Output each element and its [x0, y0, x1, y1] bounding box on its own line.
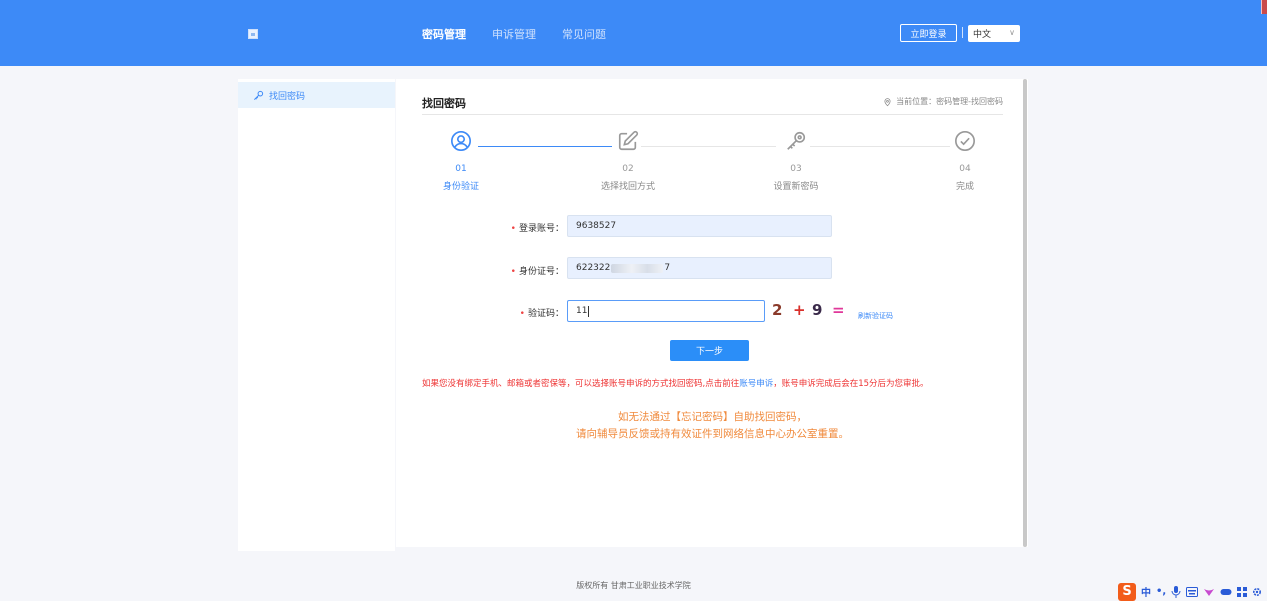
required-mark: • — [510, 267, 516, 277]
logo-image-icon[interactable] — [248, 29, 258, 39]
id-number-suffix: 7 — [664, 263, 671, 273]
scrollbar[interactable] — [1023, 79, 1027, 547]
ime-punctuation-icon[interactable]: •, — [1156, 586, 1166, 597]
reset-help-line-1: 如无法通过【忘记密码】自助找回密码， — [618, 411, 807, 423]
next-step-button[interactable]: 下一步 — [670, 340, 749, 361]
sidebar-item-find-password[interactable]: 找回密码 — [238, 82, 395, 108]
captcha-input[interactable]: 11 — [567, 300, 765, 322]
redacted-blur — [611, 263, 664, 273]
step-label: 身份验证 — [442, 182, 479, 192]
notice-text-before: 如果您没有绑定手机、邮箱或者密保等，可以选择账号申诉的方式找回密码,点击前往 — [422, 379, 740, 389]
keyboard-icon[interactable] — [1186, 586, 1199, 597]
footer-copyright: 版权所有 甘肃工业职业技术学院 — [576, 581, 691, 590]
step-number: 03 — [790, 164, 802, 174]
reset-help-note: 如无法通过【忘记密码】自助找回密码， 请向辅导员反馈或持有效证件到网络信息中心办… — [422, 409, 1003, 443]
step-identity-verification: 01 身份验证 — [416, 130, 506, 192]
edit-icon — [618, 130, 639, 151]
location-pin-icon — [884, 97, 891, 106]
step-label: 完成 — [955, 182, 974, 192]
account-value: 9638527 — [576, 221, 617, 231]
ime-mode-indicator[interactable]: 中 — [1141, 584, 1151, 599]
nav-password-management[interactable]: 密码管理 — [422, 26, 466, 42]
step-complete: 04 完成 — [920, 130, 1010, 192]
step-label: 选择找回方式 — [600, 182, 655, 192]
login-button[interactable]: 立即登录 — [900, 24, 957, 42]
check-circle-icon — [955, 131, 975, 151]
nav-appeal-management[interactable]: 申诉管理 — [492, 26, 536, 42]
captcha-label: • 验证码： — [496, 306, 564, 319]
step-number: 01 — [455, 164, 467, 174]
microphone-icon[interactable] — [1171, 585, 1181, 598]
account-label: • 登录账号： — [496, 221, 564, 234]
game-icon[interactable] — [1220, 587, 1232, 597]
language-select[interactable]: 中文 ∨ — [968, 25, 1020, 42]
nav-faq[interactable]: 常见问题 — [562, 26, 606, 42]
toolbox-icon[interactable] — [1237, 586, 1248, 597]
sidebar-item-label: 找回密码 — [269, 91, 306, 102]
page-title: 找回密码 — [422, 97, 466, 110]
step-set-new-password: 03 设置新密码 — [751, 130, 841, 192]
notice-text-after: ，账号申诉完成后会在15分后为您审批。 — [773, 379, 929, 389]
captcha-digit-b: 9 — [812, 301, 823, 319]
captcha-digit-a: 2 — [772, 301, 783, 319]
required-mark: • — [519, 309, 525, 319]
id-number-prefix: 622322 — [576, 263, 611, 273]
step-number: 02 — [622, 164, 634, 174]
appeal-notice: 如果您没有绑定手机、邮箱或者密保等，可以选择账号申诉的方式找回密码,点击前往账号… — [422, 377, 929, 389]
reset-help-line-2: 请向辅导员反馈或持有效证件到网络信息中心办公室重置。 — [576, 428, 849, 440]
refresh-captcha-link[interactable]: 刷新验证码 — [858, 311, 893, 321]
settings-gear-icon[interactable] — [1252, 587, 1262, 597]
breadcrumb-text: 当前位置：密码管理-找回密码 — [896, 97, 1003, 106]
main-nav: 密码管理 申诉管理 常见问题 — [422, 26, 606, 42]
captcha-value: 11 — [576, 306, 588, 316]
captcha-label-text: 验证码： — [527, 309, 564, 319]
chevron-down-icon: ∨ — [1009, 28, 1015, 37]
sidebar: 找回密码 — [238, 79, 395, 551]
breadcrumb: 当前位置：密码管理-找回密码 — [883, 96, 1003, 107]
captcha-equals: = — [832, 301, 845, 319]
user-circle-icon — [451, 131, 471, 151]
title-divider — [422, 114, 1003, 115]
key-icon — [787, 131, 806, 150]
header-divider — [962, 27, 963, 38]
key-icon — [254, 90, 264, 100]
main-panel: 找回密码 当前位置：密码管理-找回密码 01 身份验证 02 选择找回方式 03… — [396, 79, 1028, 547]
step-number: 04 — [959, 164, 971, 174]
id-number-label-text: 身份证号： — [518, 267, 564, 277]
ime-toolbar[interactable]: S 中 •, — [1118, 582, 1262, 601]
account-appeal-link[interactable]: 账号申诉 — [739, 379, 773, 389]
captcha-operator: + — [793, 301, 806, 319]
id-number-input[interactable]: 622322 7 — [567, 257, 832, 279]
id-number-label: • 身份证号： — [496, 264, 564, 277]
text-cursor — [588, 305, 590, 317]
required-mark: • — [510, 224, 516, 234]
top-header: 密码管理 申诉管理 常见问题 立即登录 中文 ∨ — [0, 0, 1267, 66]
browser-edge-marker — [1261, 0, 1267, 14]
skin-icon[interactable] — [1203, 587, 1215, 597]
account-label-text: 登录账号： — [518, 224, 564, 234]
step-choose-method: 02 选择找回方式 — [583, 130, 673, 192]
account-input[interactable]: 9638527 — [567, 215, 832, 237]
language-value: 中文 — [973, 30, 992, 40]
step-label: 设置新密码 — [773, 182, 819, 192]
sogou-logo-icon[interactable]: S — [1118, 582, 1136, 601]
